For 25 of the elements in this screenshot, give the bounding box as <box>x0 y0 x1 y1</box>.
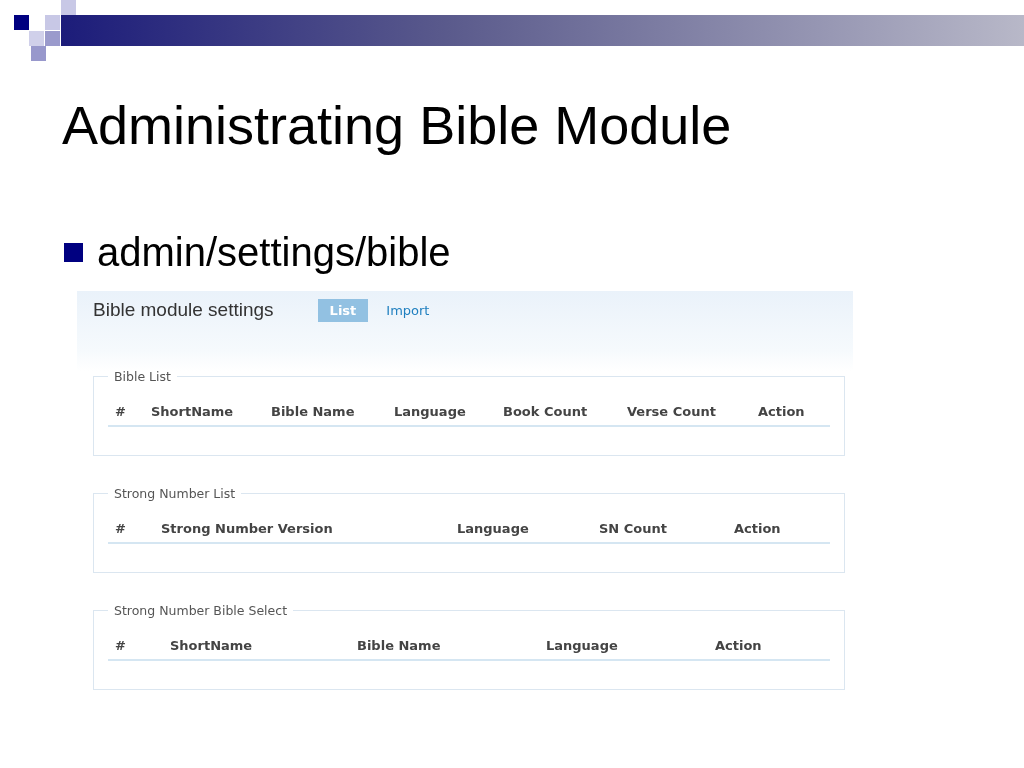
section-legend: Bible List <box>108 369 177 384</box>
column-header: # <box>115 638 127 653</box>
column-header: ShortName <box>170 638 254 653</box>
column-header: SN Count <box>599 521 668 536</box>
column-header: Language <box>394 404 467 419</box>
slide-title: Administrating Bible Module <box>62 94 732 156</box>
bullet-text: admin/settings/bible <box>97 230 451 275</box>
section-legend: Strong Number List <box>108 486 242 501</box>
column-header: Language <box>546 638 619 653</box>
column-header: Strong Number Version <box>161 521 334 536</box>
column-header: Verse Count <box>627 404 717 419</box>
section-legend: Strong Number Bible Select <box>108 603 294 618</box>
column-header: Book Count <box>503 404 589 419</box>
column-header: Action <box>758 404 806 419</box>
bullet-square-icon <box>64 243 83 262</box>
column-header: Action <box>715 638 763 653</box>
column-header: Action <box>734 521 782 536</box>
tab[interactable]: Import <box>374 298 442 322</box>
column-header: Language <box>457 521 530 536</box>
column-header: ShortName <box>151 404 235 419</box>
column-header: # <box>115 521 127 536</box>
column-header: # <box>115 404 127 419</box>
column-header: Bible Name <box>357 638 442 653</box>
column-header: Bible Name <box>271 404 356 419</box>
page-title: Bible module settings <box>93 299 274 321</box>
